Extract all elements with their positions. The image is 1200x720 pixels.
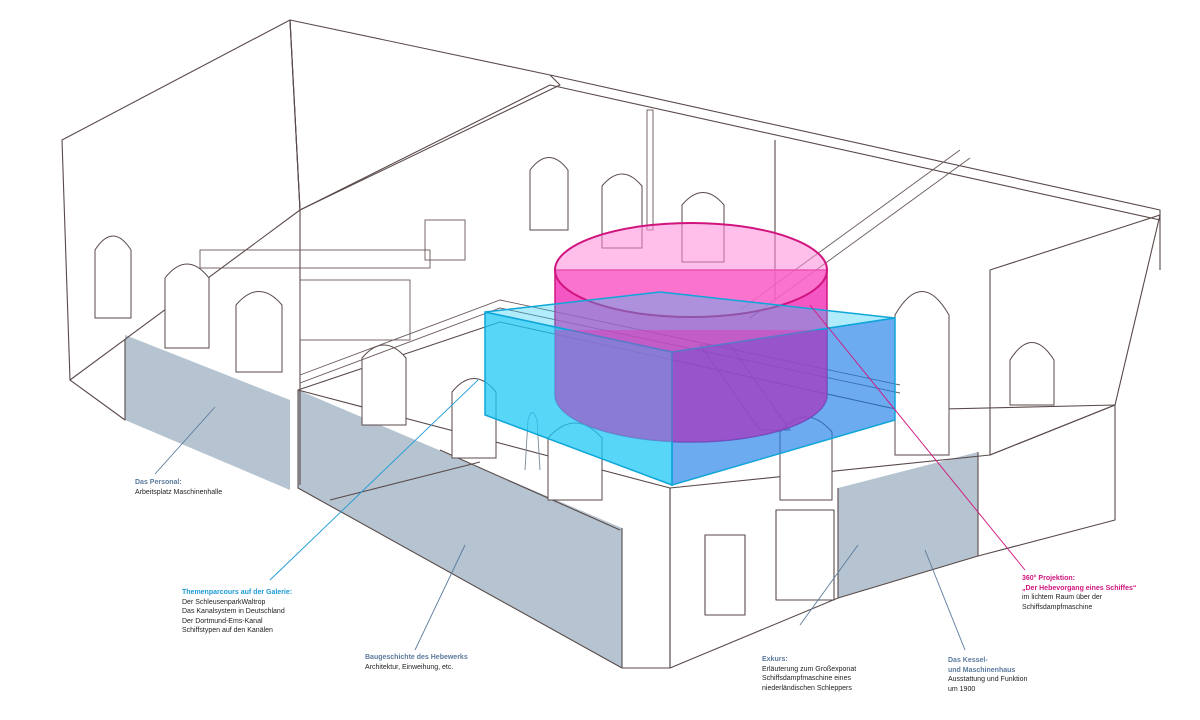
window (1009, 342, 1055, 406)
annotation-line: im lichtem Raum über der (1022, 594, 1103, 601)
annotation-line: Arbeitsplatz Maschinenhalle (135, 488, 223, 496)
window (94, 235, 132, 319)
window (164, 263, 210, 349)
annotation-projektion: 360° Projektion: „Der Hebevorgang eines … (1022, 574, 1136, 612)
annotation-title: Themenparcours auf der Galerie: (182, 589, 293, 596)
annotation-line: Architektur, Einweihung, etc. (365, 663, 454, 671)
annotation-kessel: Das Kessel- und Maschinenhaus Ausstattun… (948, 656, 1027, 694)
annotation-title: Exkurs: (762, 656, 788, 663)
annotation-title: 360° Projektion: (1022, 575, 1075, 582)
building-cutaway-diagram (61, 19, 1161, 669)
annotation-title-2: „Der Hebevorgang eines Schiffes“ (1022, 584, 1137, 592)
window (529, 157, 569, 231)
annotation-line: Das Kanalsystem in Deutschland (182, 608, 285, 615)
window (235, 291, 283, 373)
annotation-galerie: Themenparcours auf der Galerie: Der Schl… (182, 588, 292, 636)
floor-zone-right (838, 452, 978, 598)
annotation-line: um 1900 (948, 685, 976, 693)
roof-left (289, 19, 561, 211)
annotation-line: Erläuterung zum Großexponat (762, 665, 857, 673)
chimney (646, 109, 654, 231)
annotation-title: Das Personal: (135, 479, 182, 486)
annotation-line: Schiffstypen auf den Kanälen (182, 627, 273, 634)
annotation-title: Das Kessel- (948, 657, 988, 664)
annotation-line: Der Dortmund-Ems-Kanal (182, 617, 263, 625)
annotation-title-2: und Maschinenhaus (948, 666, 1016, 674)
annotation-title: Baugeschichte des Hebewerks (365, 654, 468, 661)
annotation-baugeschichte: Baugeschichte des Hebewerks Architektur,… (365, 653, 468, 672)
right-gable-wall (989, 214, 1161, 456)
front-door (775, 509, 835, 601)
machine-volume-box (484, 291, 896, 487)
annotation-line: Schiffsdampfmaschine (1022, 603, 1093, 611)
annotation-line: Ausstattung und Funktion (948, 676, 1028, 683)
annotation-line: Der SchleusenparkWaltrop (182, 598, 266, 606)
window (894, 291, 950, 456)
annotation-line: niederländischen Schleppers (762, 684, 852, 692)
annotation-line: Schiffsdampfmaschine eines (762, 675, 851, 682)
annotation-exkurs: Exkurs: Erläuterung zum Großexponat Schi… (762, 655, 856, 693)
annotation-personal: Das Personal: Arbeitsplatz Maschinenhall… (135, 478, 222, 497)
side-door (704, 534, 746, 616)
scaffold (424, 219, 466, 261)
